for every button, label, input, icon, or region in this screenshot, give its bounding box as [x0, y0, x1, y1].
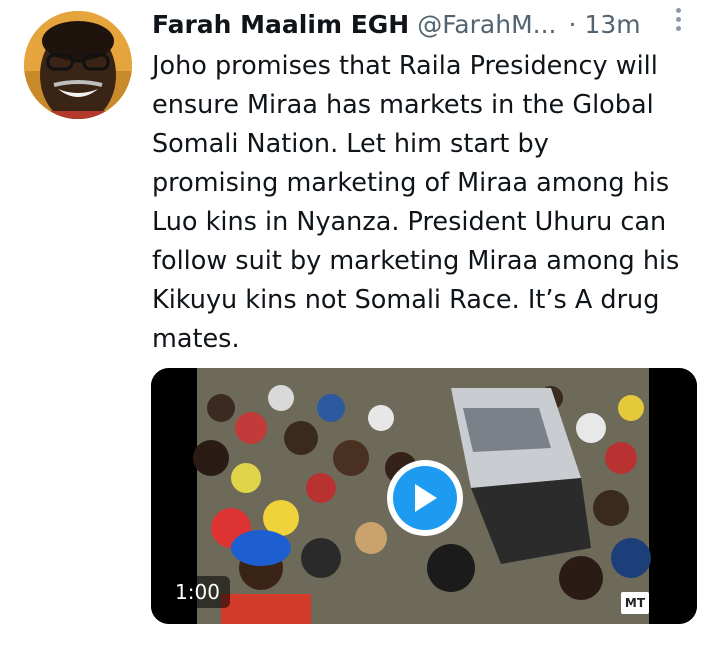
timestamp[interactable]: 13m — [584, 10, 640, 39]
avatar[interactable] — [24, 11, 132, 119]
video-duration: 1:00 — [165, 576, 230, 608]
tweet-text: Joho promises that Raila Presidency will… — [152, 51, 680, 354]
more-vertical-icon[interactable] — [666, 2, 690, 36]
avatar-image — [24, 11, 132, 119]
user-handle[interactable]: @FarahM... — [417, 10, 556, 39]
watermark-logo: MT — [621, 592, 649, 614]
separator-dot: · — [568, 9, 577, 39]
play-icon — [393, 466, 457, 530]
tweet[interactable]: Farah Maalim EGH @FarahM... · 13m Joho p… — [0, 0, 720, 649]
display-name[interactable]: Farah Maalim EGH — [152, 10, 409, 39]
play-button[interactable] — [387, 460, 463, 536]
tweet-header: Farah Maalim EGH @FarahM... · 13m — [152, 6, 700, 42]
video-player[interactable]: 1:00 MT — [151, 368, 697, 624]
